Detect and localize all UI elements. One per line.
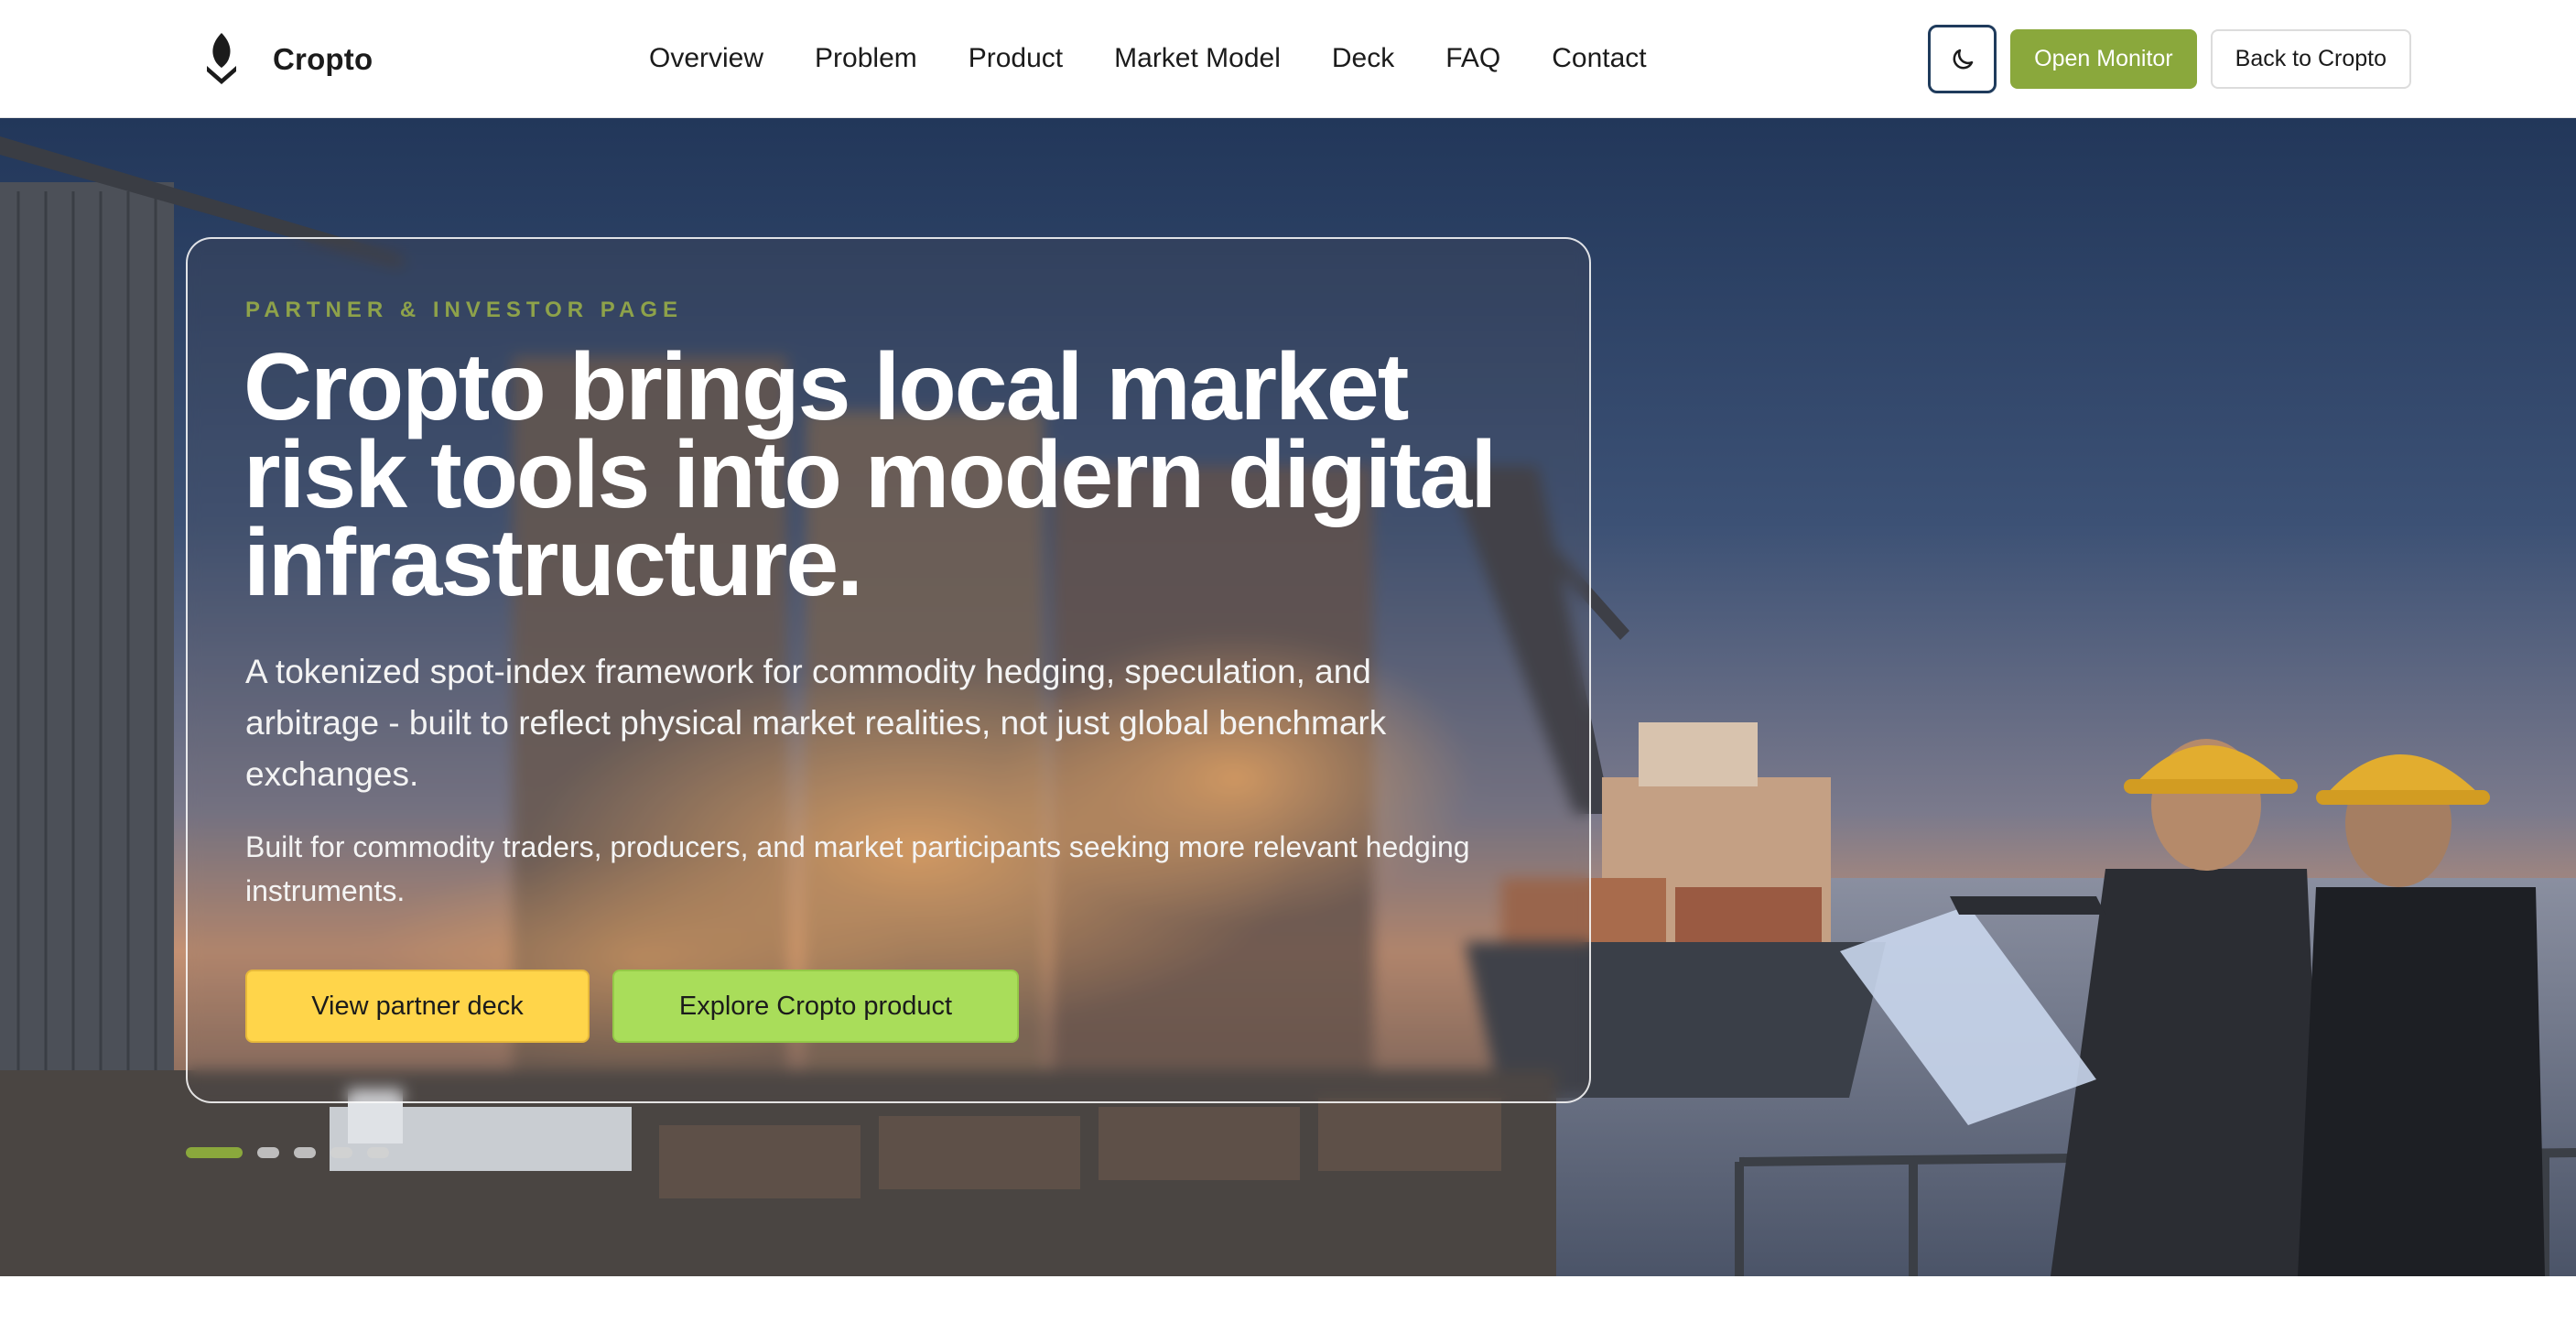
carousel-dot-5[interactable] — [367, 1147, 389, 1158]
hero-section: PARTNER & INVESTOR PAGE Cropto brings lo… — [0, 118, 2576, 1276]
explore-product-button[interactable]: Explore Cropto product — [612, 970, 1019, 1043]
wheat-icon — [207, 33, 236, 84]
back-to-cropto-button[interactable]: Back to Cropto — [2210, 29, 2411, 89]
nav-link-faq[interactable]: FAQ — [1445, 40, 1500, 77]
carousel-dots — [186, 1147, 389, 1158]
hero-sub-text: Built for commodity traders, producers, … — [245, 830, 1470, 907]
carousel-dot-2[interactable] — [257, 1147, 279, 1158]
carousel-dot-4[interactable] — [330, 1147, 352, 1158]
carousel-dot-3[interactable] — [294, 1147, 316, 1158]
hero-eyebrow: PARTNER & INVESTOR PAGE — [245, 298, 684, 322]
nav-actions: Open Monitor Back to Cropto — [1928, 25, 2411, 93]
moon-icon — [1953, 49, 1973, 69]
nav-links: Overview Problem Product Market Model De… — [649, 40, 1698, 77]
hero-lead-text: A tokenized spot-index framework for com… — [245, 653, 1387, 793]
top-navbar: Cropto Overview Problem Product Market M… — [0, 0, 2576, 118]
carousel-dot-1[interactable] — [186, 1147, 243, 1158]
view-partner-deck-button[interactable]: View partner deck — [245, 970, 590, 1043]
nav-link-market-model[interactable]: Market Model — [1114, 40, 1281, 77]
nav-link-deck[interactable]: Deck — [1332, 40, 1394, 77]
theme-toggle-button[interactable] — [1928, 25, 1997, 93]
nav-link-product[interactable]: Product — [969, 40, 1063, 77]
nav-link-overview[interactable]: Overview — [649, 40, 763, 77]
hero-headline: Cropto brings local market risk tools in… — [244, 334, 1497, 616]
brand-name: Cropto — [273, 42, 373, 76]
nav-link-problem[interactable]: Problem — [815, 40, 917, 77]
brand-logo[interactable]: Cropto — [201, 31, 373, 88]
nav-link-contact[interactable]: Contact — [1552, 40, 1646, 77]
open-monitor-button[interactable]: Open Monitor — [2010, 29, 2197, 89]
next-section — [0, 1276, 2576, 1344]
